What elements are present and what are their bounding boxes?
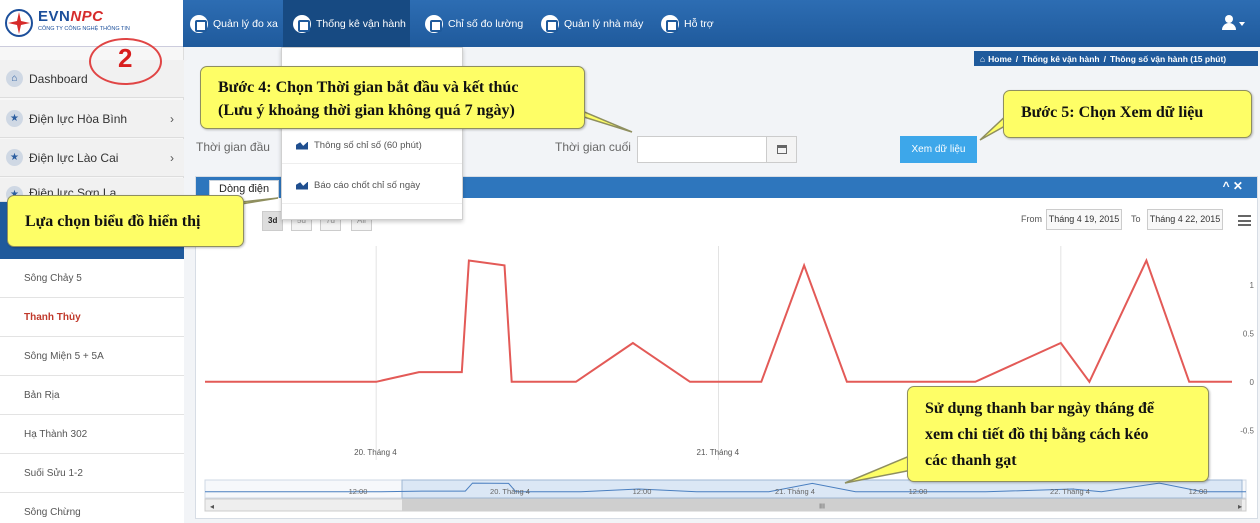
calendar-icon xyxy=(776,145,787,154)
menu-item-label: Thông số chỉ số (60 phút) xyxy=(314,140,422,151)
callout-step-5: Bước 5: Chọn Xem dữ liệu xyxy=(1003,90,1252,138)
logo-subtitle: CÔNG TY CÔNG NGHỆ THÔNG TIN xyxy=(38,26,130,32)
end-time-input[interactable] xyxy=(637,136,767,163)
callout-step-4: Bước 4: Chọn Thời gian bắt đầu và kết th… xyxy=(200,66,585,129)
menu-item-label: Báo cáo chốt chỉ số ngày xyxy=(314,180,421,191)
nav-label: Quản lý nhà máy xyxy=(564,17,644,30)
logo[interactable]: EVNNPC CÔNG TY CÔNG NGHỆ THÔNG TIN xyxy=(0,0,183,47)
sidebar-subitem-label: Thanh Thủy xyxy=(24,311,81,323)
sidebar-subitem-ban-ria[interactable]: Bản Rịa xyxy=(0,376,184,415)
callout-step-4-line-2: (Lưu ý khoảng thời gian không quá 7 ngày… xyxy=(218,102,515,119)
star-icon: ★ xyxy=(6,149,23,166)
sidebar-subitem-song-chay-5[interactable]: Sông Chảy 5 xyxy=(0,259,184,298)
callout-navigator-line-2: xem chi tiết đồ thị bằng cách kéo xyxy=(925,426,1149,443)
from-label: From xyxy=(1021,214,1042,224)
sidebar-subitem-suoi-suu[interactable]: Suối Sửu 1-2 xyxy=(0,454,184,493)
area-chart-icon xyxy=(296,181,308,190)
nav-ho-tro[interactable]: Hỗ trợ xyxy=(657,0,718,47)
area-chart-icon xyxy=(296,141,308,150)
callout-navigator-line-3: các thanh gạt xyxy=(925,452,1017,469)
nav-label: Chỉ số đo lường xyxy=(448,17,524,30)
menu-icon[interactable] xyxy=(1238,215,1251,226)
sidebar-item-label: Điện lực Lào Cai xyxy=(29,150,119,165)
sidebar-subitem-label: Sông Chừng xyxy=(24,506,81,518)
nav-label: Thống kê vận hành xyxy=(316,17,406,30)
start-time-label: Thời gian đầu xyxy=(196,140,270,154)
breadcrumb-home[interactable]: Home xyxy=(988,54,1012,64)
sidebar-subitem-song-chung[interactable]: Sông Chừng xyxy=(0,493,184,523)
sidebar: ⌂ Dashboard ★ Điện lực Hòa Bình › ★ Điện… xyxy=(0,47,184,523)
sidebar-subitem-label: Suối Sửu 1-2 xyxy=(24,467,83,479)
breadcrumb-separator: / xyxy=(1015,53,1019,64)
logo-name: EVNNPC xyxy=(38,8,104,25)
nav-quan-ly-do-xa[interactable]: Quản lý đo xa xyxy=(186,0,282,47)
chevron-right-icon: › xyxy=(170,151,174,165)
breadcrumb: ⌂ Home / Thống kê vận hành / Thông số vậ… xyxy=(974,51,1258,66)
home-icon: ⌂ xyxy=(6,70,23,87)
sidebar-item-label: Điện lực Hòa Bình xyxy=(29,111,128,126)
sidebar-subitem-ha-thanh-302[interactable]: Hạ Thành 302 xyxy=(0,415,184,454)
to-date-input[interactable]: Tháng 4 22, 2015 xyxy=(1147,209,1223,230)
nav-label: Hỗ trợ xyxy=(684,17,714,30)
user-icon[interactable] xyxy=(1222,15,1236,31)
from-date-input[interactable]: Tháng 4 19, 2015 xyxy=(1046,209,1122,230)
end-time-label: Thời gian cuối xyxy=(555,140,631,154)
nav-quan-ly-nha-may[interactable]: Quản lý nhà máy xyxy=(537,0,647,47)
callout-navigator-line-1: Sử dụng thanh bar ngày tháng để xyxy=(925,400,1154,417)
view-data-button[interactable]: Xem dữ liệu xyxy=(900,136,977,163)
folder-icon xyxy=(541,14,559,33)
sidebar-subitem-label: Sông Chảy 5 xyxy=(24,272,82,284)
sidebar-item-label: Dashboard xyxy=(29,71,88,86)
chevron-right-icon: › xyxy=(170,112,174,126)
sidebar-subitem-label: Sông Miện 5 + 5A xyxy=(24,350,104,362)
menu-item-daily-report[interactable]: Báo cáo chốt chỉ số ngày xyxy=(282,168,462,204)
wifi-icon xyxy=(190,14,208,33)
panel-controls[interactable]: ^ ✕ xyxy=(1223,179,1243,193)
to-label: To xyxy=(1131,214,1141,224)
sidebar-subitem-label: Bản Rịa xyxy=(24,389,60,401)
sidebar-item-lao-cai[interactable]: ★ Điện lực Lào Cai › xyxy=(0,139,184,177)
sidebar-subitem-song-mien[interactable]: Sông Miện 5 + 5A xyxy=(0,337,184,376)
callout-step-4-line-1: Bước 4: Chọn Thời gian bắt đầu và kết th… xyxy=(218,79,519,96)
callout-navigator: Sử dụng thanh bar ngày tháng để xem chi … xyxy=(907,386,1209,482)
star-icon: ★ xyxy=(6,110,23,127)
edit-icon xyxy=(425,14,443,33)
breadcrumb-separator: / xyxy=(1103,53,1106,64)
callout-step-5-text: Bước 5: Chọn Xem dữ liệu xyxy=(1021,104,1204,121)
top-navbar: EVNNPC CÔNG TY CÔNG NGHỆ THÔNG TIN Quản … xyxy=(0,0,1260,47)
breadcrumb-item-current: Thông số vận hành (15 phút) xyxy=(1109,53,1227,64)
calendar-button[interactable] xyxy=(767,136,797,163)
evn-logo-icon xyxy=(5,9,33,37)
nav-thong-ke-van-hanh[interactable]: Thống kê vận hành xyxy=(283,0,410,47)
caret-down-icon[interactable] xyxy=(1239,22,1245,26)
sidebar-subitem-thanh-thuy[interactable]: Thanh Thủy xyxy=(0,298,184,337)
chart-icon xyxy=(293,14,311,33)
home-icon: ⌂ xyxy=(980,53,986,64)
sidebar-item-hoa-binh[interactable]: ★ Điện lực Hòa Bình › xyxy=(0,100,184,138)
nav-label: Quản lý đo xa xyxy=(213,17,278,30)
sidebar-subitem-label: Hạ Thành 302 xyxy=(24,428,88,440)
folder-icon xyxy=(661,14,679,33)
step-number: 2 xyxy=(118,43,133,73)
menu-item-60-min[interactable]: Thông số chỉ số (60 phút) xyxy=(282,128,462,164)
callout-chart-select: Lựa chọn biểu đồ hiển thị xyxy=(7,195,244,247)
breadcrumb-item[interactable]: Thống kê vận hành xyxy=(1022,54,1099,64)
callout-chart-select-text: Lựa chọn biểu đồ hiển thị xyxy=(25,213,201,230)
nav-chi-so-do-luong[interactable]: Chỉ số đo lường xyxy=(421,0,527,47)
